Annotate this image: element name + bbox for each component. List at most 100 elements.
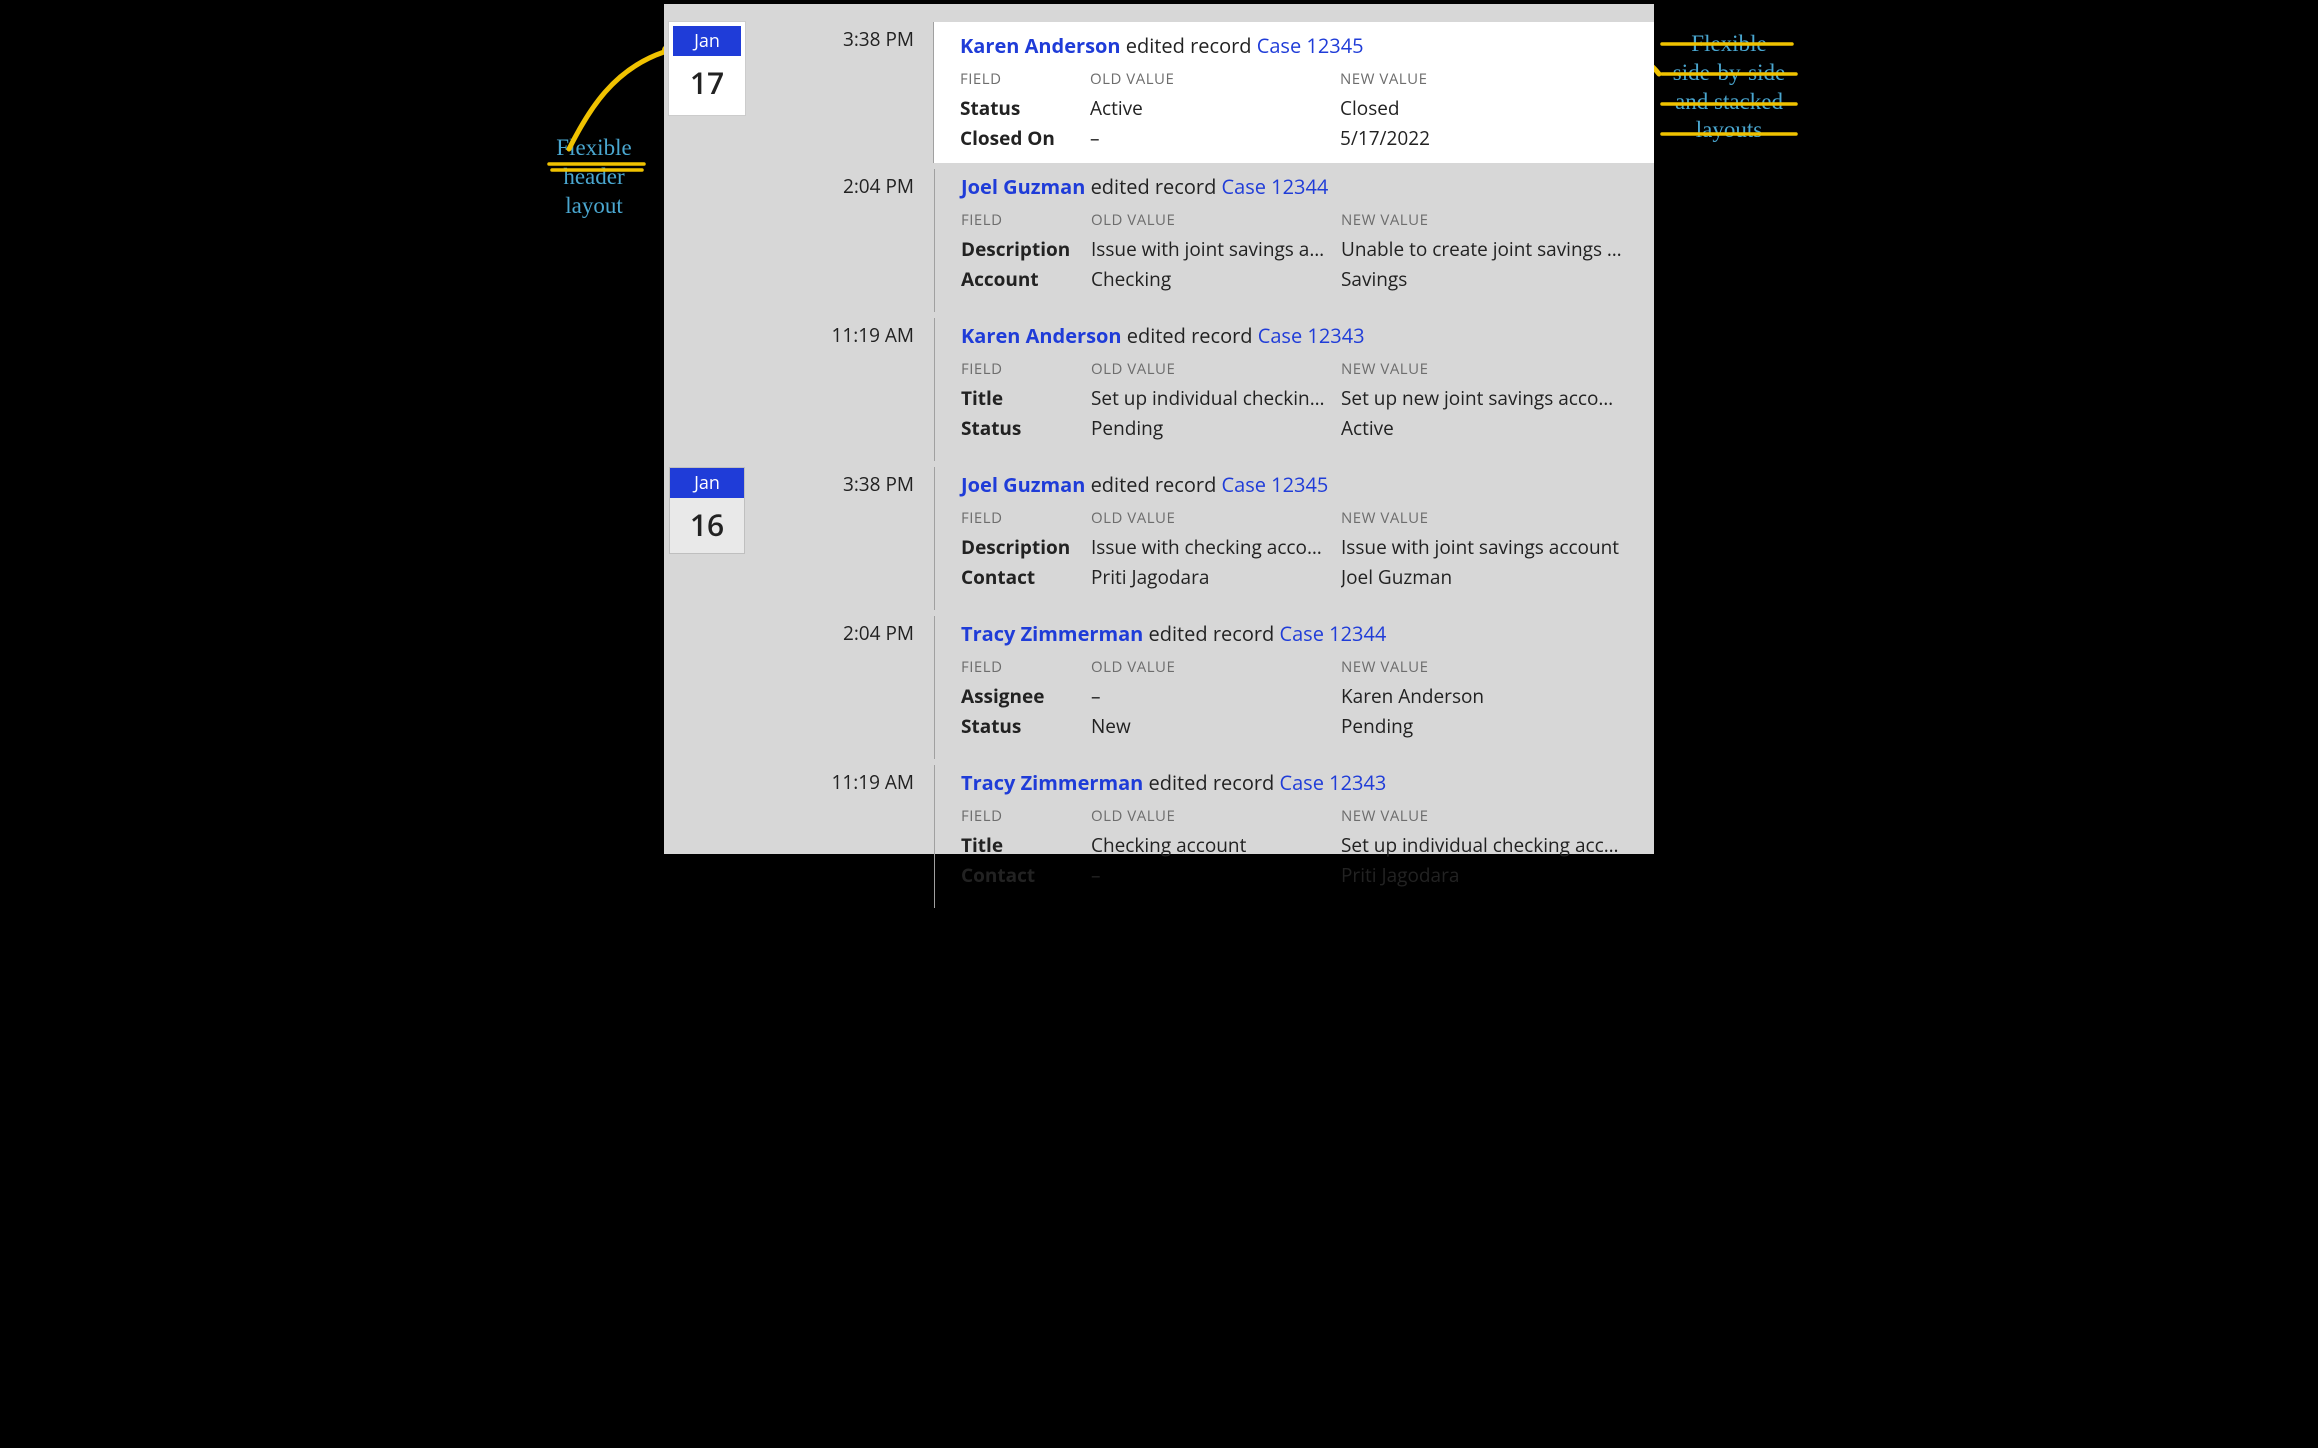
col-header-new: NEW VALUE [1341,359,1634,383]
event-content: Tracy Zimmerman edited record Case 12343… [934,765,1654,908]
action-text: edited record [1091,471,1217,498]
action-text: edited record [1149,620,1275,647]
action-text: edited record [1126,32,1252,59]
change-field: Contact [961,860,1091,890]
user-link[interactable]: Tracy Zimmerman [961,769,1143,796]
user-link[interactable]: Joel Guzman [961,471,1085,498]
table-row: DescriptionIssue with checking accountIs… [961,532,1634,562]
col-header-field: FIELD [961,657,1091,681]
change-new: Joel Guzman [1341,562,1634,592]
case-link[interactable]: Case 12344 [1279,620,1386,647]
change-field: Contact [961,562,1091,592]
change-field: Description [961,234,1091,264]
annotation-right: Flexibleside-by-sideand stackedlayouts [1644,30,1814,145]
col-header-new: NEW VALUE [1341,806,1634,830]
event-headline: Joel Guzman edited record Case 12345 [961,471,1634,498]
change-new: Pending [1341,711,1634,741]
user-link[interactable]: Tracy Zimmerman [961,620,1143,647]
event-headline: Tracy Zimmerman edited record Case 12343 [961,769,1634,796]
change-old: Priti Jagodara [1091,562,1341,592]
col-header-field: FIELD [961,210,1091,234]
col-header-old: OLD VALUE [1091,359,1341,383]
date-card-month: Jan [673,26,741,56]
table-row: Contact–Priti Jagodara [961,860,1634,890]
action-text: edited record [1091,173,1217,200]
change-old: – [1090,123,1340,153]
action-text: edited record [1127,322,1253,349]
annotation-left: Flexibleheaderlayout [529,134,659,220]
col-header-new: NEW VALUE [1341,657,1634,681]
date-card-month: Jan [670,468,744,498]
change-old: – [1091,860,1341,890]
activity-event: 2:04 PM Joel Guzman edited record Case 12… [664,169,1654,312]
event-time: 2:04 PM [664,169,934,312]
annotation-right-text: Flexibleside-by-sideand stackedlayouts [1673,31,1785,142]
col-header-field: FIELD [961,359,1091,383]
change-field: Status [961,711,1091,741]
event-time: 2:04 PM [664,616,934,759]
table-row: TitleChecking accountSet up individual c… [961,830,1634,860]
change-old: Active [1090,93,1340,123]
change-field: Account [961,264,1091,294]
event-headline: Karen Anderson edited record Case 12345 [960,32,1634,59]
change-field: Closed On [960,123,1090,153]
event-time: 11:19 AM [664,765,934,908]
event-headline: Karen Anderson edited record Case 12343 [961,322,1634,349]
col-header-field: FIELD [961,806,1091,830]
changes-table: FIELDOLD VALUENEW VALUE TitleSet up indiv… [961,359,1634,443]
col-header-old: OLD VALUE [1091,806,1341,830]
change-new: Savings [1341,264,1634,294]
annotation-left-text: Flexibleheaderlayout [556,135,631,218]
col-header-new: NEW VALUE [1341,210,1634,234]
case-link[interactable]: Case 12344 [1222,173,1329,200]
table-row: StatusPendingActive [961,413,1634,443]
col-header-new: NEW VALUE [1340,69,1634,93]
case-link[interactable]: Case 12343 [1258,322,1365,349]
change-field: Title [961,383,1091,413]
change-old: Pending [1091,413,1341,443]
activity-log-panel: Jan173:38 PMKaren Anderson edited record… [664,4,1654,854]
table-row: AccountCheckingSavings [961,264,1634,294]
changes-table: FIELDOLD VALUENEW VALUEAssignee–Karen An… [961,657,1634,741]
activity-groups: Jan173:38 PMKaren Anderson edited record… [664,22,1654,908]
table-row: Assignee–Karen Anderson [961,681,1634,711]
col-header-old: OLD VALUE [1091,210,1341,234]
event-content: Karen Anderson edited record Case 12345F… [933,22,1654,163]
day-group: Jan173:38 PMKaren Anderson edited record… [664,22,1654,461]
event-headline: Joel Guzman edited record Case 12344 [961,173,1634,200]
col-header-field: FIELD [961,508,1091,532]
table-row: Closed On–5/17/2022 [960,123,1634,153]
change-field: Assignee [961,681,1091,711]
col-header-old: OLD VALUE [1090,69,1340,93]
change-field: Status [960,93,1090,123]
change-old: Set up individual checking acc… [1091,383,1341,413]
table-row: StatusActiveClosed [960,93,1634,123]
col-header-old: OLD VALUE [1091,657,1341,681]
change-new: Issue with joint savings account [1341,532,1634,562]
case-link[interactable]: Case 12345 [1257,32,1364,59]
date-card-day: 17 [673,56,741,111]
change-new: Unable to create joint savings … [1341,234,1634,264]
table-row: StatusNewPending [961,711,1634,741]
user-link[interactable]: Joel Guzman [961,173,1085,200]
change-old: Issue with joint savings account [1091,234,1341,264]
table-row: ContactPriti JagodaraJoel Guzman [961,562,1634,592]
change-field: Description [961,532,1091,562]
change-old: Checking [1091,264,1341,294]
change-new: Closed [1340,93,1634,123]
table-row: DescriptionIssue with joint savings acco… [961,234,1634,264]
user-link[interactable]: Karen Anderson [960,32,1121,59]
case-link[interactable]: Case 12343 [1279,769,1386,796]
user-link[interactable]: Karen Anderson [961,322,1122,349]
event-content: Joel Guzman edited record Case 12345 FIEL… [934,467,1654,610]
changes-table: FIELDOLD VALUENEW VALUEDescriptionIssue … [961,210,1634,294]
date-card: Jan17 [669,22,745,115]
col-header-new: NEW VALUE [1341,508,1634,532]
change-new: 5/17/2022 [1340,123,1634,153]
changes-table: FIELDOLD VALUENEW VALUETitleChecking acc… [961,806,1634,890]
case-link[interactable]: Case 12345 [1222,471,1329,498]
activity-event: 11:19 AMKaren Anderson edited record Cas… [664,318,1654,461]
change-old: Checking account [1091,830,1341,860]
event-headline: Tracy Zimmerman edited record Case 12344 [961,620,1634,647]
change-field: Status [961,413,1091,443]
